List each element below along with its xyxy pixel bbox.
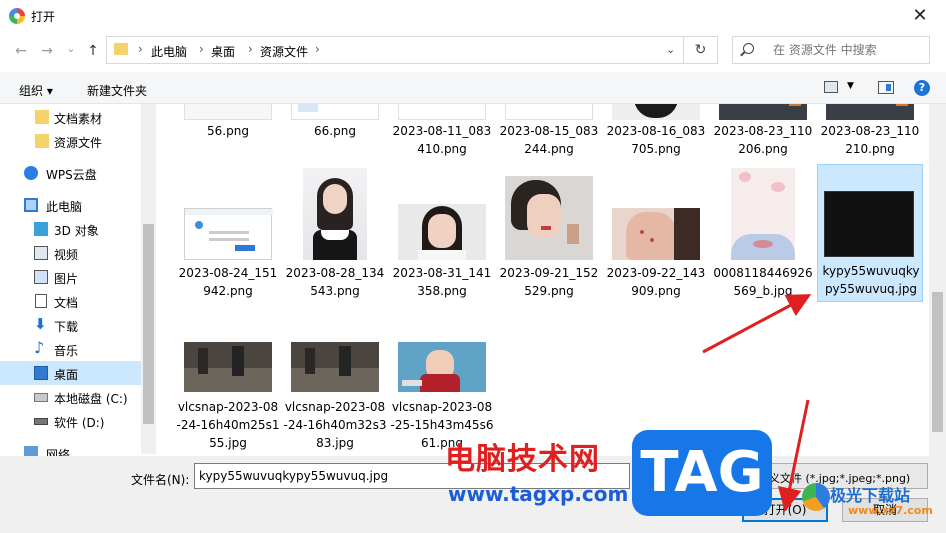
watermark-site-url: www.tagxp.com — [448, 482, 629, 506]
watermark-logo-url: www.xz7.com — [848, 504, 933, 517]
arrow-to-selected-file — [702, 294, 812, 354]
watermark-site-name: 电脑技术网 — [445, 442, 600, 477]
watermark-tag-logo: TAG — [632, 430, 772, 516]
watermark-logo-text: 极光下载站 — [830, 486, 911, 505]
